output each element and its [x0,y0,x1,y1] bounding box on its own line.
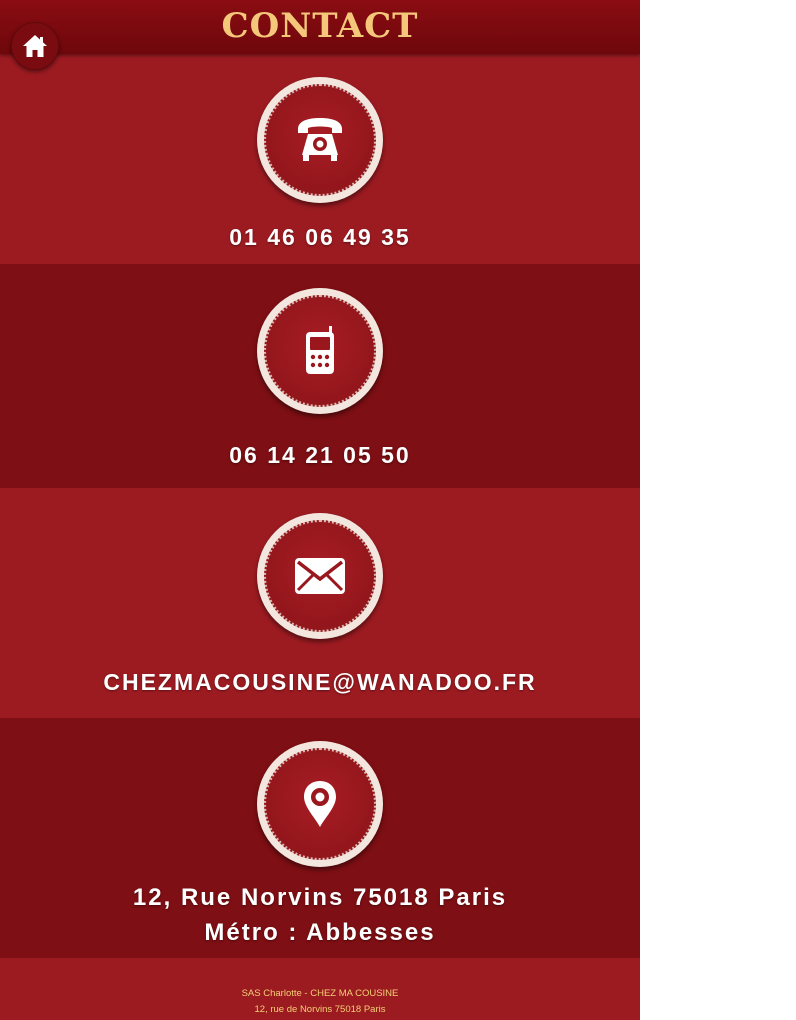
email-address[interactable]: CHEZMACOUSINE@WANADOO.FR [0,669,640,696]
phone-icon-badge [264,84,376,196]
address-metro: Métro : Abbesses [204,919,436,946]
contact-page: Contact 01 46 06 49 35 [0,0,640,1020]
phone-button[interactable] [257,77,383,203]
address-street[interactable]: 12, Rue Norvins 75018 Paris [0,884,640,912]
telephone-icon [298,118,342,161]
envelope-icon [295,558,345,594]
map-icon-badge [264,748,376,860]
email-button[interactable] [257,513,383,639]
email-section: CHEZMACOUSINE@WANADOO.FR [0,488,640,718]
map-button[interactable] [257,741,383,867]
page-title: Contact [221,6,419,46]
mobile-button[interactable] [257,288,383,414]
mobile-section: 06 14 21 05 50 [0,264,640,488]
footer: SAS Charlotte - CHEZ MA COUSINE 12, rue … [0,958,640,1020]
email-icon-badge [264,520,376,632]
footer-company: SAS Charlotte - CHEZ MA COUSINE [241,988,399,999]
mobile-phone-icon [306,326,334,374]
mobile-icon-badge [264,295,376,407]
phone-number[interactable]: 01 46 06 49 35 [0,224,640,251]
home-button[interactable] [11,22,59,70]
address-section: 12, Rue Norvins 75018 Paris Métro : Abbe… [0,718,640,958]
phone-section: 01 46 06 49 35 [0,54,640,264]
footer-address: 12, rue de Norvins 75018 Paris [254,1004,386,1015]
mobile-number[interactable]: 06 14 21 05 50 [0,442,640,469]
map-pin-icon [304,781,336,827]
header-bar: Contact [0,0,640,54]
home-icon [23,35,47,57]
